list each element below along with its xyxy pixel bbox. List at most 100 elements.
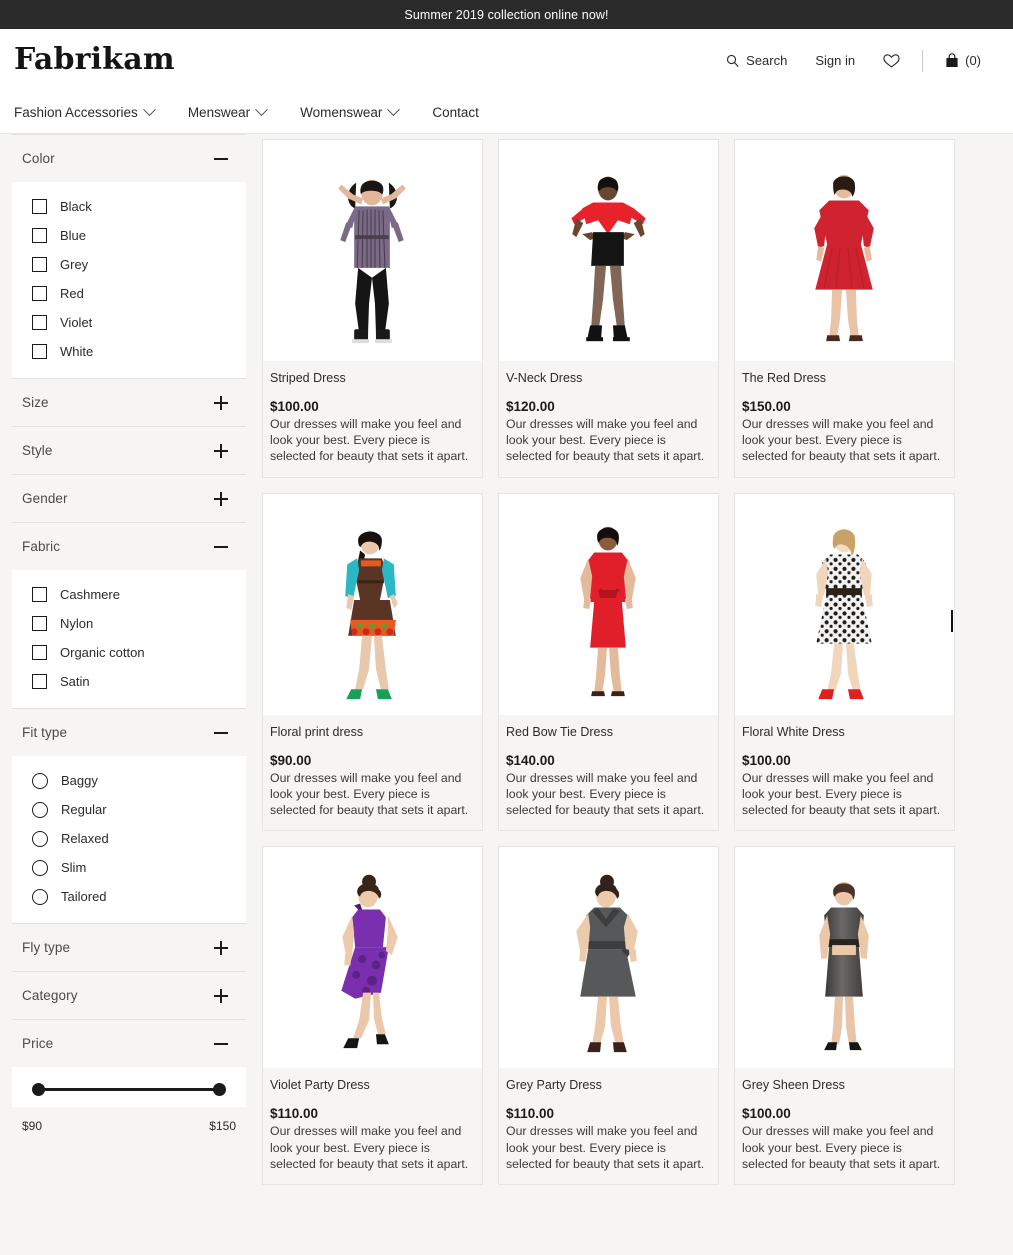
slider-handle-min[interactable] — [32, 1083, 45, 1096]
checkbox[interactable] — [32, 587, 47, 602]
filter-option-slim[interactable]: Slim — [22, 853, 236, 882]
filter-option-organic-cotton[interactable]: Organic cotton — [22, 638, 236, 667]
filter-option-black[interactable]: Black — [22, 192, 236, 221]
product-card[interactable]: Grey Sheen Dress $100.00 Our dresses wil… — [734, 846, 955, 1185]
filter-header-fit-type[interactable]: Fit type — [12, 708, 246, 756]
wishlist-button[interactable] — [869, 47, 914, 75]
product-name: The Red Dress — [742, 371, 947, 386]
price-range-slider[interactable] — [32, 1083, 226, 1097]
radio-button[interactable] — [32, 773, 48, 789]
checkbox[interactable] — [32, 228, 47, 243]
product-image-grey-party-dress[interactable] — [499, 847, 718, 1068]
plus-icon[interactable] — [214, 396, 228, 410]
product-price: $110.00 — [270, 1106, 475, 1121]
radio-button[interactable] — [32, 860, 48, 876]
filter-title: Fabric — [22, 539, 60, 554]
product-price: $90.00 — [270, 753, 475, 768]
brand-logo[interactable]: Fabrikam — [14, 45, 175, 77]
radio-button[interactable] — [32, 831, 48, 847]
product-image-v-neck-dress[interactable] — [499, 140, 718, 361]
checkbox[interactable] — [32, 674, 47, 689]
product-card[interactable]: Floral White Dress $100.00 Our dresses w… — [734, 493, 955, 832]
product-card[interactable]: The Red Dress $150.00 Our dresses will m… — [734, 139, 955, 478]
product-info: Grey Party Dress $110.00 Our dresses wil… — [499, 1068, 718, 1184]
filter-option-red[interactable]: Red — [22, 279, 236, 308]
product-card[interactable]: Violet Party Dress $110.00 Our dresses w… — [262, 846, 483, 1185]
filter-option-satin[interactable]: Satin — [22, 667, 236, 696]
checkbox[interactable] — [32, 344, 47, 359]
product-card[interactable]: V-Neck Dress $120.00 Our dresses will ma… — [498, 139, 719, 478]
product-card[interactable]: Striped Dress $100.00 Our dresses will m… — [262, 139, 483, 478]
filter-group-size: Size — [12, 378, 246, 426]
plus-icon[interactable] — [214, 444, 228, 458]
filter-header-fabric[interactable]: Fabric — [12, 522, 246, 570]
nav-item-menswear[interactable]: Menswear — [188, 99, 282, 126]
cart-button[interactable]: (0) — [931, 47, 995, 74]
filter-option-relaxed[interactable]: Relaxed — [22, 824, 236, 853]
option-label: White — [60, 344, 93, 359]
filter-option-violet[interactable]: Violet — [22, 308, 236, 337]
radio-button[interactable] — [32, 889, 48, 905]
product-card[interactable]: Grey Party Dress $110.00 Our dresses wil… — [498, 846, 719, 1185]
product-image-striped-dress[interactable] — [263, 140, 482, 361]
filter-title: Color — [22, 151, 55, 166]
product-image-floral-print-dress[interactable] — [263, 494, 482, 715]
filter-header-size[interactable]: Size — [12, 378, 246, 426]
checkbox[interactable] — [32, 616, 47, 631]
filter-header-category[interactable]: Category — [12, 971, 246, 1019]
filter-option-white[interactable]: White — [22, 337, 236, 366]
nav-item-fashion-accessories[interactable]: Fashion Accessories — [14, 99, 170, 126]
filter-option-baggy[interactable]: Baggy — [22, 766, 236, 795]
product-image-grey-sheen-dress[interactable] — [735, 847, 954, 1068]
filter-group-fit-type: Fit type Baggy Regular Relaxed — [12, 708, 246, 923]
filter-option-regular[interactable]: Regular — [22, 795, 236, 824]
plus-icon[interactable] — [214, 989, 228, 1003]
product-description: Our dresses will make you feel and look … — [506, 416, 711, 465]
product-image-the-red-dress[interactable] — [735, 140, 954, 361]
filter-header-color[interactable]: Color — [12, 134, 246, 182]
minus-icon[interactable] — [214, 726, 228, 740]
nav-item-contact[interactable]: Contact — [432, 99, 495, 126]
radio-button[interactable] — [32, 802, 48, 818]
cart-count: (0) — [965, 53, 981, 68]
product-name: Grey Party Dress — [506, 1078, 711, 1093]
filter-option-nylon[interactable]: Nylon — [22, 609, 236, 638]
checkbox[interactable] — [32, 199, 47, 214]
filter-title: Size — [22, 395, 49, 410]
product-price: $140.00 — [506, 753, 711, 768]
price-min-label: $90 — [22, 1119, 42, 1133]
filter-option-grey[interactable]: Grey — [22, 250, 236, 279]
option-label: Slim — [61, 860, 86, 875]
product-description: Our dresses will make you feel and look … — [506, 770, 711, 819]
nav-item-womenswear[interactable]: Womenswear — [300, 99, 414, 126]
plus-icon[interactable] — [214, 492, 228, 506]
filter-header-price[interactable]: Price — [12, 1019, 246, 1067]
minus-icon[interactable] — [214, 540, 228, 554]
search-button[interactable]: Search — [712, 47, 801, 74]
site-header: Fabrikam Search Sign in — [0, 29, 1013, 92]
sign-in-link[interactable]: Sign in — [801, 47, 869, 74]
minus-icon[interactable] — [214, 152, 228, 166]
filter-header-style[interactable]: Style — [12, 426, 246, 474]
filter-header-fly-type[interactable]: Fly type — [12, 923, 246, 971]
option-label: Satin — [60, 674, 90, 689]
filter-header-gender[interactable]: Gender — [12, 474, 246, 522]
checkbox[interactable] — [32, 645, 47, 660]
slider-track — [37, 1088, 221, 1091]
price-max-label: $150 — [209, 1119, 236, 1133]
minus-icon[interactable] — [214, 1037, 228, 1051]
product-image-red-bow-tie-dress[interactable] — [499, 494, 718, 715]
filter-body-fabric: Cashmere Nylon Organic cotton Satin — [12, 570, 246, 708]
product-image-floral-white-dress[interactable] — [735, 494, 954, 715]
slider-handle-max[interactable] — [213, 1083, 226, 1096]
filter-option-tailored[interactable]: Tailored — [22, 882, 236, 911]
product-image-violet-party-dress[interactable] — [263, 847, 482, 1068]
product-card[interactable]: Red Bow Tie Dress $140.00 Our dresses wi… — [498, 493, 719, 832]
checkbox[interactable] — [32, 286, 47, 301]
filter-option-cashmere[interactable]: Cashmere — [22, 580, 236, 609]
product-card[interactable]: Floral print dress $90.00 Our dresses wi… — [262, 493, 483, 832]
checkbox[interactable] — [32, 257, 47, 272]
checkbox[interactable] — [32, 315, 47, 330]
plus-icon[interactable] — [214, 941, 228, 955]
filter-option-blue[interactable]: Blue — [22, 221, 236, 250]
